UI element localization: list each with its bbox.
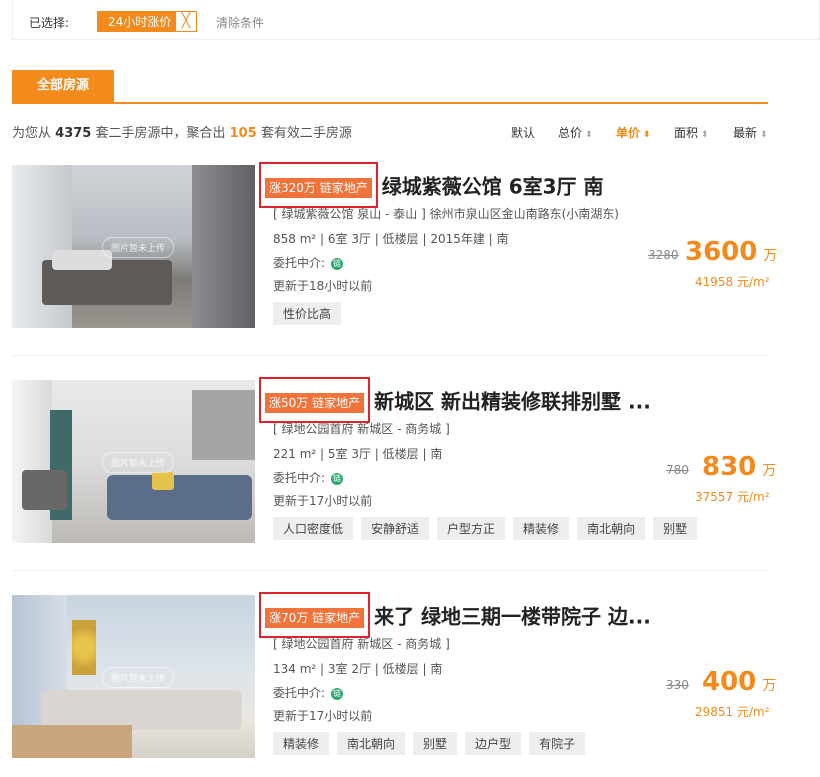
selected-label: 已选择: [29, 16, 70, 30]
listing-card[interactable]: 图片暂未上传 涨320万 链家地产 绿城紫薇公馆 6室3厅 南 [ 绿城紫薇公馆 … [12, 162, 777, 343]
total-price-value: 830 [702, 452, 757, 482]
photo-watermark: 图片暂未上传 [102, 237, 175, 258]
tag: 南北朝向 [337, 732, 406, 755]
sort-default[interactable]: 默认 [511, 124, 535, 141]
listing-address[interactable]: [ 绿地公园首府 新城区 - 商务城 ] [273, 420, 450, 437]
sort-area[interactable]: 面积 ⬍ [674, 124, 709, 141]
listing-photo[interactable]: 图片暂未上传 [12, 380, 255, 543]
agent-label: 委托中介: [273, 686, 326, 700]
listing-tags: 精装修 南北朝向 别墅 边户型 有院子 [273, 732, 586, 755]
price-change-badge: 涨70万 链家地产 [265, 608, 365, 628]
tag: 南北朝向 [577, 517, 646, 540]
summary-prefix: 为您从 [12, 126, 52, 141]
listing-details: 134 m² | 3室 2厅 | 低楼层 | 南 [273, 662, 443, 676]
tab-row: 全部房源 [12, 70, 768, 104]
listing-agent: 委托中介: 链 [273, 469, 344, 486]
lianjia-agent-icon[interactable]: 链 [331, 257, 344, 270]
sort-arrow-icon: ⬍ [760, 130, 768, 140]
unit-price: 41958 元/m² [695, 275, 770, 289]
filter-chip-label: 24小时涨价 [108, 15, 172, 29]
listing-address[interactable]: [ 绿城紫薇公馆 泉山 - 泰山 ] 徐州市泉山区金山南路东(小南湖东) [273, 205, 619, 222]
price-unit: 万 [762, 678, 777, 694]
sort-label: 最新 [733, 126, 758, 140]
price-change-badge: 涨50万 链家地产 [265, 393, 365, 413]
sort-label: 总价 [558, 126, 583, 140]
sort-newest[interactable]: 最新 ⬍ [733, 124, 768, 141]
total-price: 3600 万 [685, 237, 777, 267]
tag: 边户型 [465, 732, 522, 755]
result-summary: 为您从 4375 套二手房源中，聚合出 105 套有效二手房源 [12, 122, 352, 141]
price-unit: 万 [762, 463, 777, 479]
tag: 安静舒适 [361, 517, 430, 540]
tag: 别墅 [413, 732, 458, 755]
summary-suffix: 套有效二手房源 [260, 126, 352, 141]
tag: 精装修 [513, 517, 570, 540]
sort-arrow-icon: ⬍ [585, 130, 593, 140]
listing-title-text: 新城区 新出精装修联排别墅 ... [374, 389, 651, 414]
listing-title[interactable]: 涨50万 链家地产 新城区 新出精装修联排别墅 ... [259, 377, 651, 423]
price-change-highlight: 涨70万 链家地产 [259, 592, 371, 638]
lianjia-agent-icon[interactable]: 链 [331, 687, 344, 700]
sort-arrow-icon: ⬍ [643, 130, 651, 140]
listing-updated: 更新于17小时以前 [273, 709, 373, 723]
photo-watermark: 图片暂未上传 [102, 452, 175, 473]
summary-total: 4375 [55, 126, 92, 141]
total-price: 400 万 [702, 667, 776, 697]
listing-agent: 委托中介: 链 [273, 254, 344, 271]
filter-bar: 已选择: 24小时涨价 ╳ 清除条件 [12, 0, 820, 40]
tag: 户型方正 [437, 517, 506, 540]
old-price: 780 [666, 463, 689, 477]
tag: 人口密度低 [273, 517, 354, 540]
sort-label: 默认 [511, 126, 536, 140]
divider [12, 355, 768, 356]
sort-arrow-icon: ⬍ [701, 130, 709, 140]
tag: 别墅 [653, 517, 698, 540]
listing-tags: 性价比高 [273, 302, 342, 325]
old-price: 330 [666, 678, 689, 692]
listing-title-text: 来了 绿地三期一楼带院子 边... [374, 604, 651, 629]
close-icon[interactable]: ╳ [175, 12, 196, 31]
photo-watermark: 图片暂未上传 [102, 667, 175, 688]
listing-agent: 委托中介: 链 [273, 684, 344, 701]
price-change-highlight: 涨50万 链家地产 [259, 377, 371, 423]
price-change-highlight: 涨320万 链家地产 [259, 162, 378, 208]
summary-mid: 套二手房源中，聚合出 [95, 126, 226, 141]
listing-card[interactable]: 图片暂未上传 涨70万 链家地产 来了 绿地三期一楼带院子 边... [ 绿地公园… [12, 592, 776, 773]
sort-label: 单价 [616, 126, 641, 140]
listing-card[interactable]: 图片暂未上传 涨50万 链家地产 新城区 新出精装修联排别墅 ... [ 绿地公园… [12, 377, 776, 558]
agent-label: 委托中介: [273, 471, 326, 485]
listing-updated: 更新于18小时以前 [273, 279, 373, 293]
agent-label: 委托中介: [273, 256, 326, 270]
listing-details: 221 m² | 5室 3厅 | 低楼层 | 南 [273, 447, 443, 461]
summary-count: 105 [229, 126, 257, 141]
total-price-value: 400 [702, 667, 757, 697]
divider [12, 570, 768, 571]
listing-photo[interactable]: 图片暂未上传 [12, 595, 255, 758]
tab-all-listings[interactable]: 全部房源 [12, 70, 114, 102]
sort-unit-price[interactable]: 单价 ⬍ [616, 124, 651, 141]
price-unit: 万 [763, 248, 778, 264]
listing-photo[interactable]: 图片暂未上传 [12, 165, 255, 328]
listing-title-text: 绿城紫薇公馆 6室3厅 南 [381, 174, 604, 199]
unit-price: 37557 元/m² [695, 490, 770, 504]
total-price: 830 万 [702, 452, 776, 482]
sort-label: 面积 [674, 126, 699, 140]
unit-price: 29851 元/m² [695, 705, 770, 719]
sort-total-price[interactable]: 总价 ⬍ [558, 124, 593, 141]
old-price: 3280 [648, 248, 679, 262]
total-price-value: 3600 [685, 237, 758, 267]
tag: 性价比高 [273, 302, 342, 325]
listing-address[interactable]: [ 绿地公园首府 新城区 - 商务城 ] [273, 635, 450, 652]
price-change-badge: 涨320万 链家地产 [265, 178, 372, 198]
tag: 精装修 [273, 732, 330, 755]
listing-tags: 人口密度低 安静舒适 户型方正 精装修 南北朝向 别墅 [273, 517, 698, 540]
lianjia-agent-icon[interactable]: 链 [331, 472, 344, 485]
filter-chip-24h-price-up[interactable]: 24小时涨价 ╳ [97, 11, 197, 32]
listing-title[interactable]: 涨70万 链家地产 来了 绿地三期一楼带院子 边... [259, 592, 651, 638]
listing-title[interactable]: 涨320万 链家地产 绿城紫薇公馆 6室3厅 南 [259, 162, 604, 208]
listing-updated: 更新于17小时以前 [273, 494, 373, 508]
clear-filters-link[interactable]: 清除条件 [216, 14, 264, 31]
tag: 有院子 [529, 732, 586, 755]
listing-details: 858 m² | 6室 3厅 | 低楼层 | 2015年建 | 南 [273, 232, 509, 246]
